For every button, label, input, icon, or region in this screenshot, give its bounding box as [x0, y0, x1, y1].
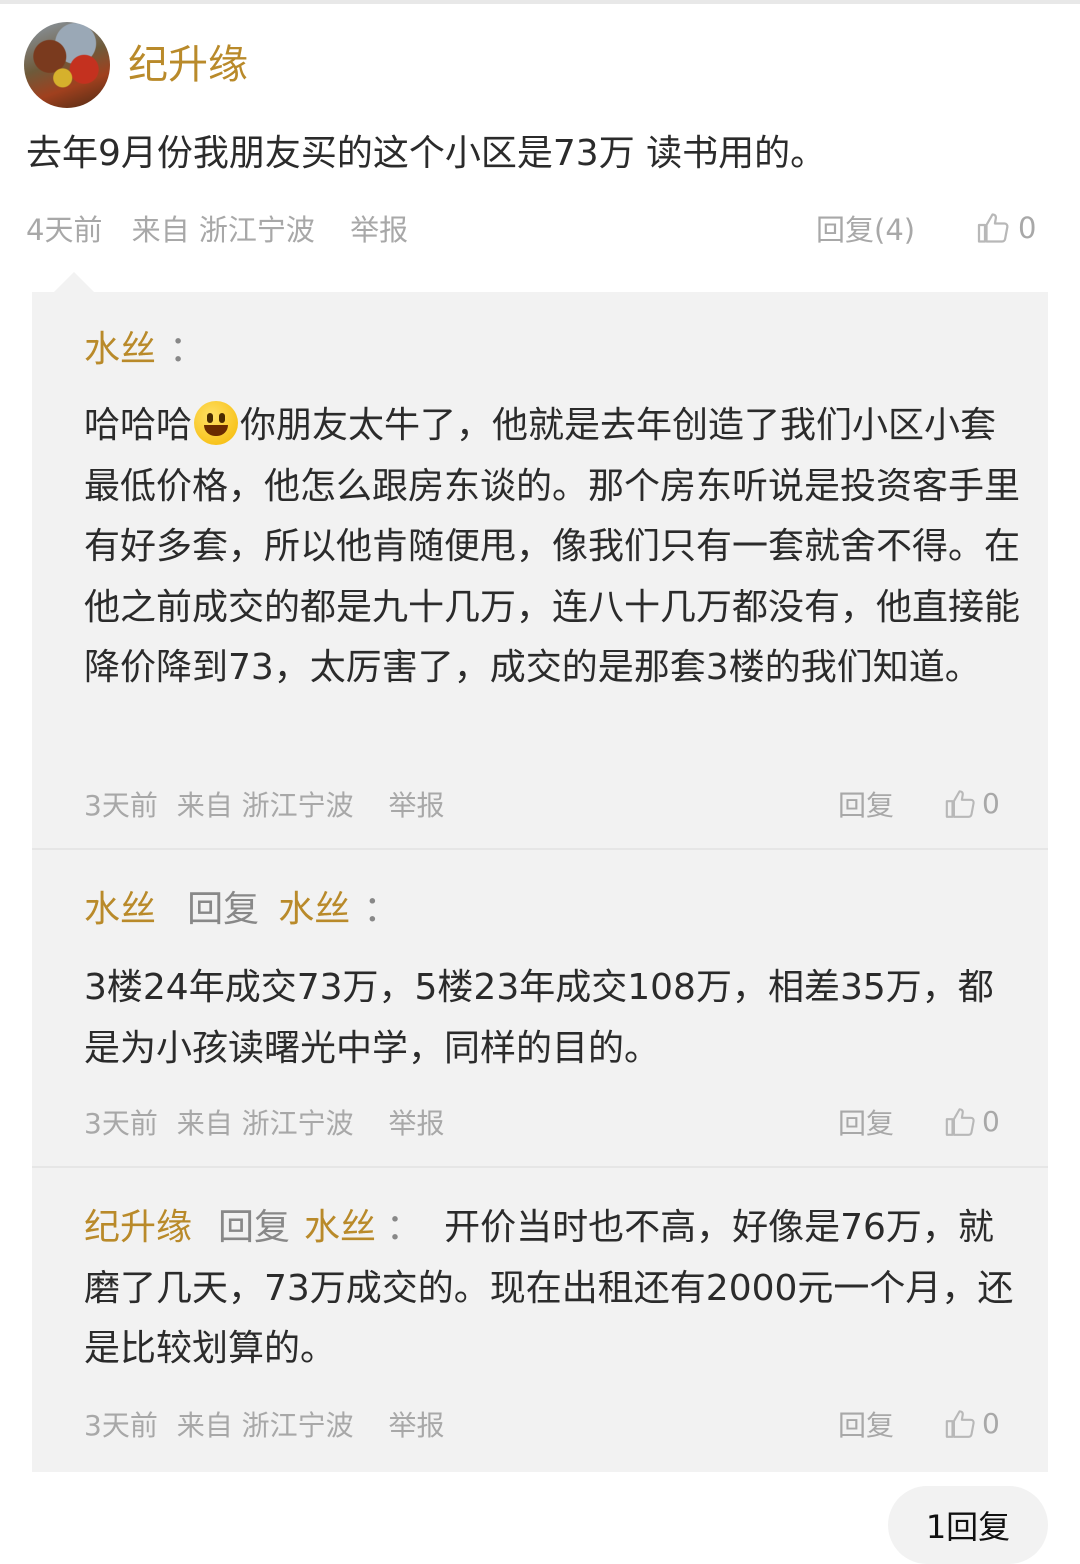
reply-source: 来自 浙江宁波: [176, 789, 354, 822]
reply-word: 回复: [187, 889, 260, 930]
reply-colon: ：: [169, 329, 206, 370]
reply-author[interactable]: 水丝: [84, 889, 156, 930]
reply-target[interactable]: 水丝: [278, 889, 350, 930]
report-link[interactable]: 举报: [389, 1107, 445, 1140]
reply-body-text: 你朋友太牛了，他就是去年创造了我们小区小套最低价格，他怎么跟房东谈的。那个房东听…: [84, 405, 1021, 688]
reply-header: 水丝 ：: [84, 322, 205, 384]
reply-time: 3天前: [84, 789, 158, 822]
report-link[interactable]: 举报: [350, 213, 408, 247]
like-button[interactable]: 0: [944, 1404, 1000, 1444]
post-author[interactable]: 纪升缘: [128, 40, 248, 90]
reply-target[interactable]: 水丝: [304, 1207, 376, 1248]
reply-source: 来自 浙江宁波: [176, 1107, 354, 1140]
reply-button[interactable]: 回复: [838, 786, 894, 826]
reply-body: 3楼24年成交73万，5楼23年成交108万，相差35万，都是为小孩读曙光中学，…: [84, 967, 994, 1069]
reply-divider: [32, 848, 1048, 850]
reply-colon: ：: [386, 1207, 423, 1248]
reply-button[interactable]: 回复: [838, 1406, 894, 1446]
reply-meta: 3天前 来自 浙江宁波 举报: [84, 1104, 455, 1144]
reply-body-prefix: 哈哈哈: [84, 405, 193, 446]
post-content: 去年9月份我朋友买的这个小区是73万 读书用的。: [26, 133, 827, 174]
top-divider: [0, 0, 1080, 4]
reply-divider: [32, 1166, 1048, 1168]
reply-author[interactable]: 纪升缘: [84, 1207, 192, 1248]
reply-header: 水丝 回复 水丝 ：: [84, 882, 399, 944]
reply-word: 回复: [218, 1207, 291, 1248]
reply-count-pill-button[interactable]: 1回复: [888, 1486, 1048, 1564]
reply-time: 3天前: [84, 1107, 158, 1140]
reply-source: 来自 浙江宁波: [176, 1409, 354, 1442]
thumbs-up-icon: [945, 1410, 975, 1438]
reply-count-button[interactable]: 回复(4): [816, 210, 915, 250]
thumbs-up-icon: [945, 790, 975, 818]
report-link[interactable]: 举报: [389, 1409, 445, 1442]
post-meta: 4天前 来自 浙江宁波 举报: [26, 210, 428, 250]
like-count: 0: [1018, 211, 1037, 245]
thumbs-up-icon: [945, 1108, 975, 1136]
thumbs-up-icon: [977, 213, 1009, 243]
reply-meta: 3天前 来自 浙江宁波 举报: [84, 1406, 455, 1446]
report-link[interactable]: 举报: [389, 789, 445, 822]
reply-button[interactable]: 回复: [838, 1104, 894, 1144]
like-count: 0: [982, 1407, 1000, 1440]
like-count: 0: [982, 787, 1000, 820]
reply-colon: ：: [363, 889, 400, 930]
reply-thread: 水丝 ： 哈哈哈 你朋友太牛了，他就是去年创造了我们小区小套最低价格，他怎么跟房东…: [32, 292, 1048, 1472]
grinning-face-emoji: [194, 401, 239, 445]
reply-meta: 3天前 来自 浙江宁波 举报: [84, 786, 455, 826]
like-count: 0: [982, 1105, 1000, 1138]
reply-body: 纪升缘 回复 水丝：开价当时也不高，好像是76万，就磨了几天，73万成交的。现在出租…: [84, 1198, 1024, 1380]
thread-pointer: [52, 272, 96, 294]
reply-body: 哈哈哈 你朋友太牛了，他就是去年创造了我们小区小套最低价格，他怎么跟房东谈的。那个…: [84, 396, 1024, 699]
reply-time: 3天前: [84, 1409, 158, 1442]
post-source: 来自 浙江宁波: [131, 213, 315, 247]
like-button[interactable]: 0: [944, 784, 1000, 824]
post-time: 4天前: [26, 213, 103, 247]
reply-author[interactable]: 水丝: [84, 329, 156, 370]
avatar[interactable]: [24, 22, 110, 108]
like-button[interactable]: 0: [976, 208, 1036, 248]
like-button[interactable]: 0: [944, 1102, 1000, 1142]
